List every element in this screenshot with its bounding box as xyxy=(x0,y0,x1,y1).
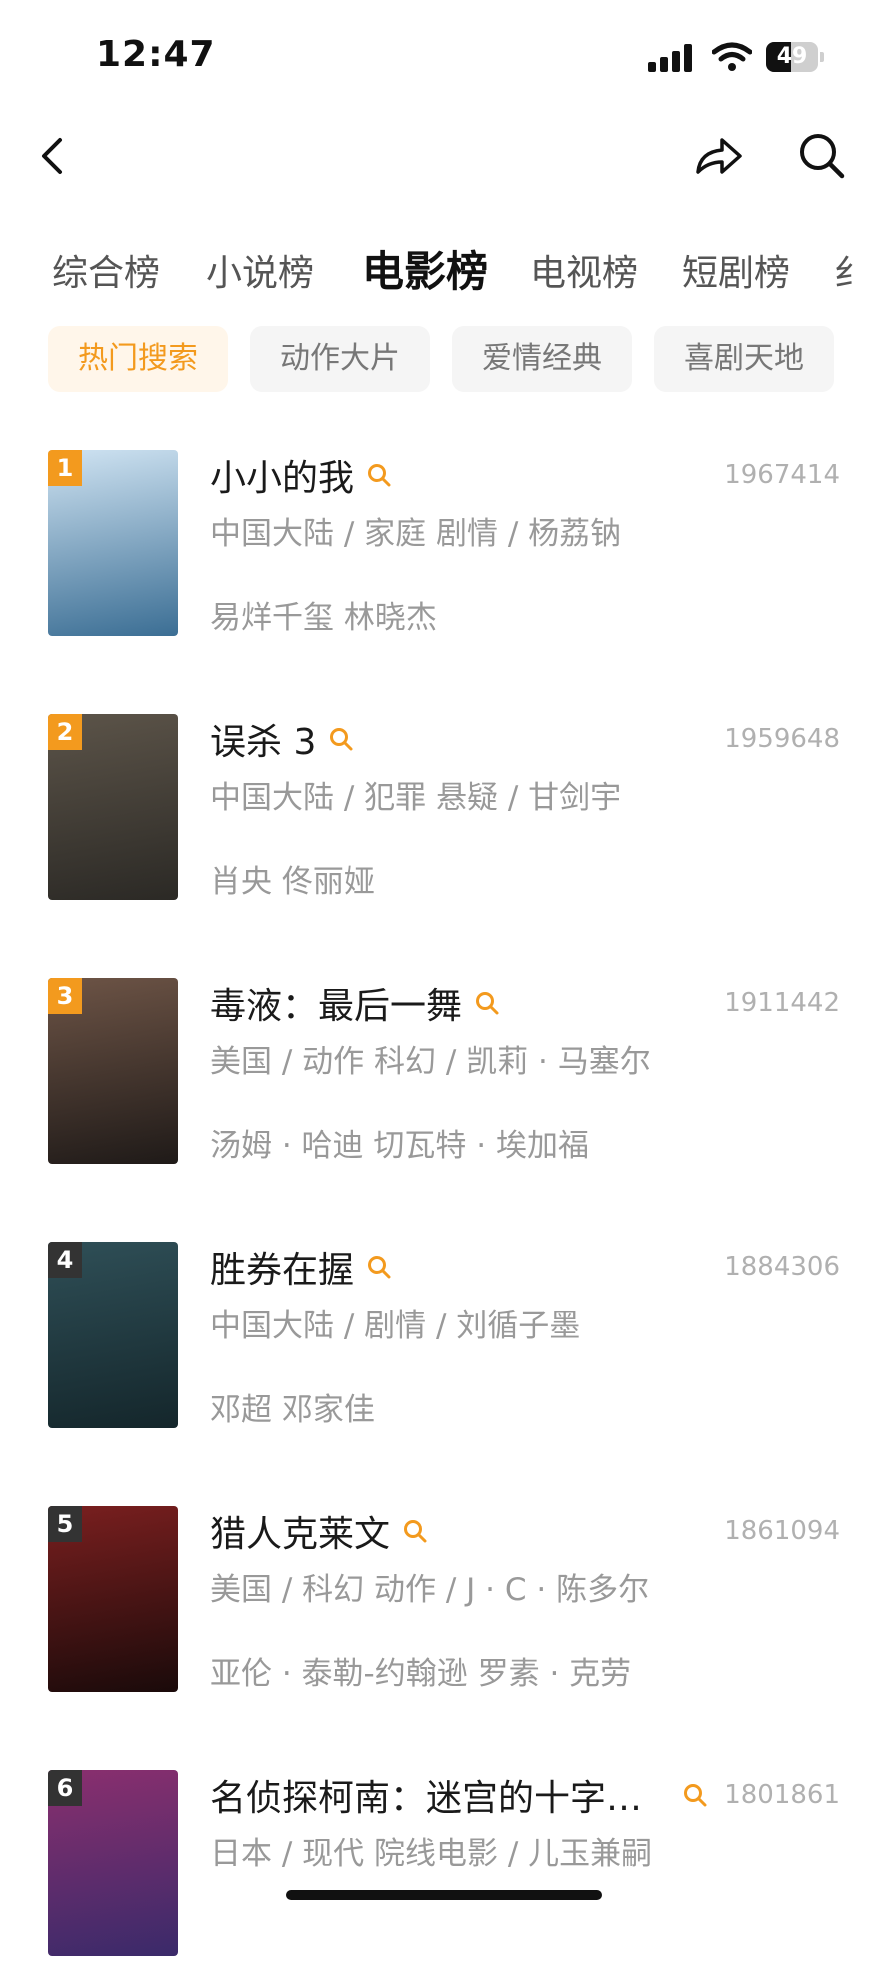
search-count: 1959648 xyxy=(724,724,840,754)
movie-cast: 汤姆 · 哈迪 切瓦特 · 埃加福 xyxy=(210,1128,589,1164)
movie-info: 日本 / 现代 院线电影 / 儿玉兼嗣 xyxy=(210,1836,653,1872)
movie-title[interactable]: 胜券在握 xyxy=(210,1241,354,1293)
status-bar: 12:47 49 xyxy=(0,0,888,110)
rank-badge: 4 xyxy=(48,1242,82,1278)
rank-badge: 2 xyxy=(48,714,82,750)
search-count: 1801861 xyxy=(724,1780,840,1810)
rank-badge: 6 xyxy=(48,1770,82,1806)
search-icon[interactable] xyxy=(366,1254,392,1280)
tab-tv[interactable]: 电视榜 xyxy=(530,244,638,296)
search-icon[interactable] xyxy=(328,726,354,752)
movie-cast: 亚伦 · 泰勒-约翰逊 罗素 · 克劳 xyxy=(210,1656,632,1692)
rank-badge: 3 xyxy=(48,978,82,1014)
movie-poster[interactable]: 3 xyxy=(48,978,178,1164)
list-item[interactable]: 6 名侦探柯南：迷宫的十字… 1801861 日本 / 现代 院线电影 / 儿玉… xyxy=(0,1760,888,1980)
search-icon[interactable] xyxy=(402,1518,428,1544)
list-item[interactable]: 3 毒液：最后一舞 1911442 美国 / 动作 科幻 / 凯莉 · 马塞尔 … xyxy=(0,968,888,1188)
movie-title[interactable]: 小小的我 xyxy=(210,449,354,501)
search-count: 1911442 xyxy=(724,988,840,1018)
movie-info: 中国大陆 / 家庭 剧情 / 杨荔钠 xyxy=(210,516,622,552)
movie-title[interactable]: 猎人克莱文 xyxy=(210,1505,390,1557)
battery-icon: 49 xyxy=(766,42,824,72)
list-item[interactable]: 4 胜券在握 1884306 中国大陆 / 剧情 / 刘循子墨 邓超 邓家佳 xyxy=(0,1232,888,1452)
back-button[interactable] xyxy=(24,126,84,186)
movie-info: 美国 / 动作 科幻 / 凯莉 · 马塞尔 xyxy=(210,1044,651,1080)
movie-info: 中国大陆 / 犯罪 悬疑 / 甘剑宇 xyxy=(210,780,622,816)
search-count: 1967414 xyxy=(724,460,840,490)
movie-title[interactable]: 毒液：最后一舞 xyxy=(210,977,462,1029)
movie-info: 中国大陆 / 剧情 / 刘循子墨 xyxy=(210,1308,581,1344)
movie-poster[interactable]: 1 xyxy=(48,450,178,636)
movie-title[interactable]: 名侦探柯南：迷宫的十字… xyxy=(210,1769,670,1821)
rank-badge: 1 xyxy=(48,450,82,486)
chip-romance[interactable]: 爱情经典 xyxy=(452,326,632,392)
list-item[interactable]: 2 误杀 3 1959648 中国大陆 / 犯罪 悬疑 / 甘剑宇 肖央 佟丽娅 xyxy=(0,704,888,924)
list-item[interactable]: 1 小小的我 1967414 中国大陆 / 家庭 剧情 / 杨荔钠 易烊千玺 林… xyxy=(0,440,888,660)
ranking-tabs: 综合榜 小说榜 电影榜 电视榜 短剧榜 纟 xyxy=(0,230,888,310)
share-button[interactable] xyxy=(688,126,748,186)
tab-movie[interactable]: 电影榜 xyxy=(362,238,488,299)
chip-action[interactable]: 动作大片 xyxy=(250,326,430,392)
tab-general[interactable]: 综合榜 xyxy=(52,244,160,296)
chip-hot-search[interactable]: 热门搜索 xyxy=(48,326,228,392)
home-indicator[interactable] xyxy=(286,1890,602,1900)
category-chips: 热门搜索 动作大片 爱情经典 喜剧天地 xyxy=(0,326,888,392)
tab-novel[interactable]: 小说榜 xyxy=(206,244,314,296)
search-icon[interactable] xyxy=(682,1782,708,1808)
search-icon[interactable] xyxy=(366,462,392,488)
tab-short-drama[interactable]: 短剧榜 xyxy=(682,244,790,296)
search-count: 1861094 xyxy=(724,1516,840,1546)
rank-badge: 5 xyxy=(48,1506,82,1542)
status-time: 12:47 xyxy=(96,34,216,75)
movie-poster[interactable]: 5 xyxy=(48,1506,178,1692)
movie-cast: 肖央 佟丽娅 xyxy=(210,864,375,900)
movie-title[interactable]: 误杀 3 xyxy=(210,713,316,765)
search-icon[interactable] xyxy=(474,990,500,1016)
top-nav-bar xyxy=(0,110,888,210)
search-button[interactable] xyxy=(792,126,852,186)
movie-cast: 易烊千玺 林晓杰 xyxy=(210,600,437,636)
movie-poster[interactable]: 4 xyxy=(48,1242,178,1428)
battery-level: 49 xyxy=(776,44,808,69)
tab-more[interactable]: 纟 xyxy=(834,244,870,296)
movie-poster[interactable]: 2 xyxy=(48,714,178,900)
search-count: 1884306 xyxy=(724,1252,840,1282)
movie-poster[interactable]: 6 xyxy=(48,1770,178,1956)
wifi-icon xyxy=(712,42,752,71)
cellular-signal-icon xyxy=(648,44,694,72)
movie-info: 美国 / 科幻 动作 / J · C · 陈多尔 xyxy=(210,1572,650,1608)
list-item[interactable]: 5 猎人克莱文 1861094 美国 / 科幻 动作 / J · C · 陈多尔… xyxy=(0,1496,888,1716)
movie-cast: 邓超 邓家佳 xyxy=(210,1392,375,1428)
chip-comedy[interactable]: 喜剧天地 xyxy=(654,326,834,392)
